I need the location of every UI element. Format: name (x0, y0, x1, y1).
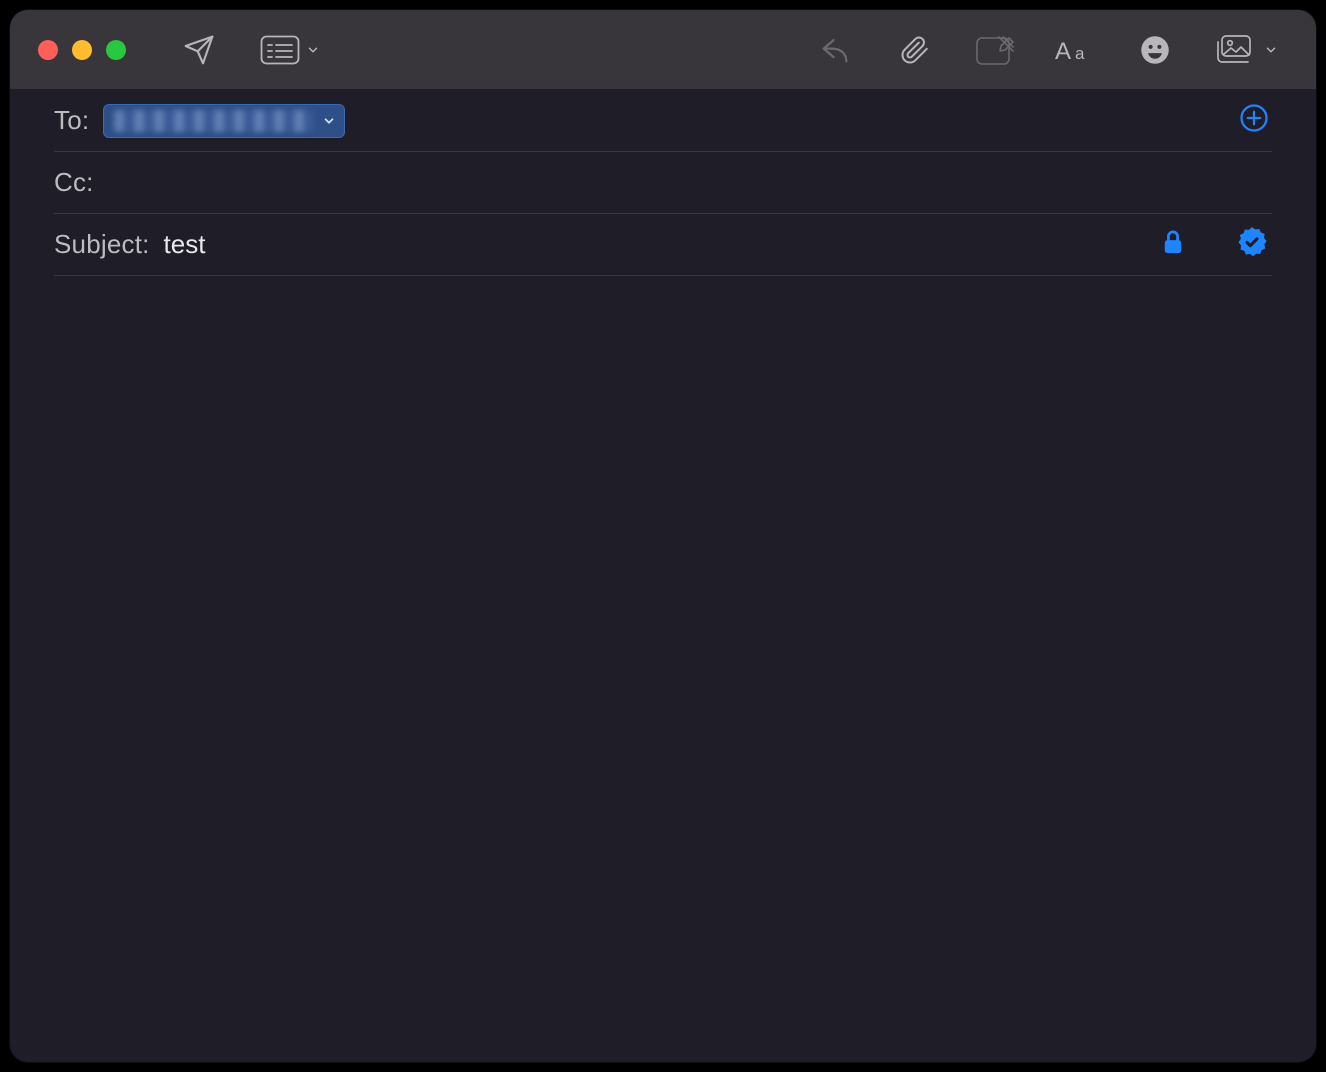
header-fields-toggle-button[interactable] (248, 26, 332, 74)
compose-window: A a (10, 10, 1316, 1062)
plus-circle-icon (1239, 103, 1269, 138)
send-icon (183, 34, 215, 66)
reply-icon (818, 35, 852, 65)
window-controls (38, 40, 126, 60)
cc-label: Cc: (54, 153, 94, 212)
paperclip-icon (900, 33, 930, 67)
signing-indicator[interactable] (1232, 225, 1272, 265)
subject-row: Subject: test (54, 214, 1272, 276)
reply-button[interactable] (804, 26, 866, 74)
to-label: To: (54, 91, 89, 150)
subject-label: Subject: (54, 215, 150, 274)
emoji-icon (1140, 35, 1170, 65)
message-body-editor[interactable] (10, 276, 1316, 1062)
recipient-name-redacted (114, 110, 314, 132)
to-recipient-chip[interactable] (103, 104, 345, 138)
verified-seal-icon (1235, 225, 1269, 264)
chevron-down-icon (322, 114, 336, 128)
lock-icon (1162, 229, 1184, 260)
format-button[interactable]: A a (1044, 26, 1106, 74)
minimize-window-button[interactable] (72, 40, 92, 60)
encryption-indicator[interactable] (1156, 228, 1190, 262)
svg-text:a: a (1075, 44, 1085, 63)
emoji-picker-button[interactable] (1124, 26, 1186, 74)
svg-text:A: A (1055, 38, 1071, 65)
chevron-down-icon (306, 43, 320, 57)
attach-button[interactable] (884, 26, 946, 74)
cc-row[interactable]: Cc: (54, 152, 1272, 214)
photo-browser-icon (1214, 34, 1258, 66)
media-browser-button[interactable] (1204, 26, 1288, 74)
header-fields: To: Cc: Subject: test (10, 90, 1316, 276)
titlebar: A a (10, 10, 1316, 90)
close-window-button[interactable] (38, 40, 58, 60)
chevron-down-icon (1264, 43, 1278, 57)
add-recipient-button[interactable] (1236, 103, 1272, 139)
subject-input[interactable]: test (164, 229, 206, 260)
text-format-icon: A a (1055, 35, 1095, 65)
markup-icon (975, 34, 1015, 66)
to-row: To: (54, 90, 1272, 152)
header-fields-icon (260, 35, 300, 65)
send-button[interactable] (168, 26, 230, 74)
markup-button[interactable] (964, 26, 1026, 74)
zoom-window-button[interactable] (106, 40, 126, 60)
